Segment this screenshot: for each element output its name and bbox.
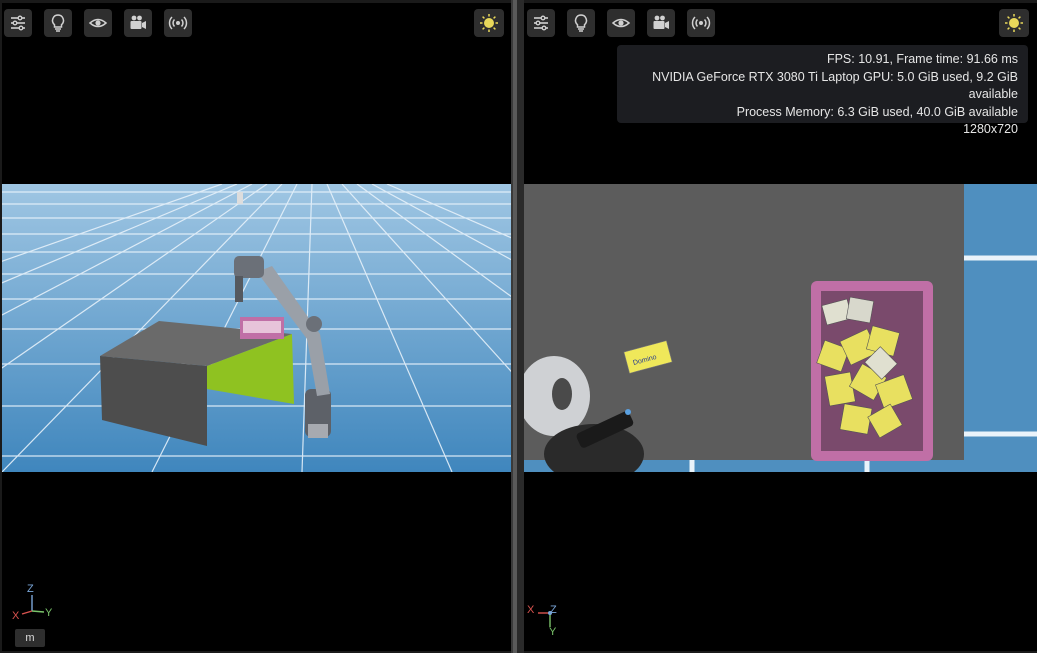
axis-y-label: Y	[549, 626, 557, 638]
viewport-left[interactable]: Z X Y m	[2, 3, 511, 651]
viewport-right[interactable]: FPS: 10.91, Frame time: 91.66 ms NVIDIA …	[524, 3, 1037, 651]
performance-stats-overlay: FPS: 10.91, Frame time: 91.66 ms NVIDIA …	[617, 45, 1028, 136]
camera-icon[interactable]	[647, 9, 675, 37]
axis-x-label: X	[527, 604, 535, 616]
camera-icon[interactable]	[124, 9, 152, 37]
eye-icon[interactable]	[607, 9, 635, 37]
axis-z-label: Z	[27, 583, 34, 595]
process-memory-text: Process Memory: 6.3 GiB used, 40.0 GiB a…	[736, 104, 1018, 119]
divider	[517, 0, 524, 653]
sun-icon[interactable]	[474, 9, 504, 37]
axis-x-label: X	[12, 610, 20, 622]
axis-z-label: Z	[550, 604, 557, 616]
gpu-memory-text: NVIDIA GeForce RTX 3080 Ti Laptop GPU: 5…	[652, 69, 1018, 102]
sun-icon[interactable]	[999, 9, 1029, 37]
scene-render-perspective[interactable]	[2, 184, 511, 472]
resolution-text: 1280x720	[963, 122, 1018, 136]
axis-y-label: Y	[45, 607, 53, 619]
lightbulb-icon[interactable]	[567, 9, 595, 37]
broadcast-icon[interactable]	[164, 9, 192, 37]
scene-render-topdown[interactable]: Domino	[524, 184, 1037, 472]
unit-button[interactable]: m	[15, 629, 45, 647]
settings-icon[interactable]	[527, 9, 555, 37]
settings-icon[interactable]	[4, 9, 32, 37]
broadcast-icon[interactable]	[687, 9, 715, 37]
axis-gizmo	[21, 595, 45, 615]
fps-text: FPS: 10.91, Frame time: 91.66 ms	[826, 52, 1018, 66]
lightbulb-icon[interactable]	[44, 9, 72, 37]
eye-icon[interactable]	[84, 9, 112, 37]
